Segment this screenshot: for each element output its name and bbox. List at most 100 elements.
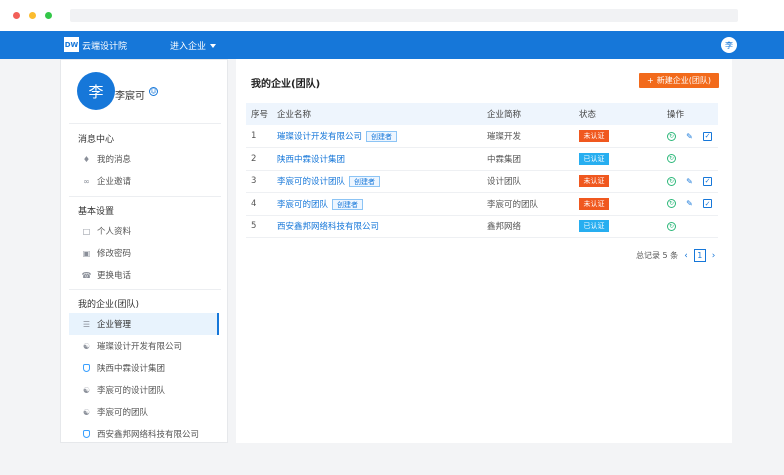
ops-cell: ↻ ✎ ✓ [662, 193, 718, 216]
status-cell: 未认证 [574, 125, 662, 148]
sidebar-item-label: 李宸可的团队 [97, 408, 149, 418]
prev-page-icon[interactable]: ‹ [684, 251, 688, 261]
sidebar-item-label: 璀璨设计开发有限公司 [97, 342, 183, 352]
company-name-link[interactable]: 李宸可的设计团队 [277, 177, 345, 187]
sidebar-item-label: 更换电话 [97, 271, 132, 281]
col-ops: 操作 [667, 110, 685, 120]
status-badge: 已认证 [579, 220, 609, 233]
enter-company-label: 进入企业 [170, 42, 207, 52]
company-name-cell[interactable]: 璀璨设计开发有限公司 创建者 [272, 125, 482, 148]
sidebar-item-company-invites[interactable]: ∞ 企业邀请 [69, 170, 219, 192]
bell-icon: ♦ [82, 154, 91, 164]
sidebar-item-label: 西安鑫邦网络科技有限公司 [97, 430, 200, 440]
clock-icon[interactable]: ↻ [667, 154, 676, 164]
company-name-cell[interactable]: 西安鑫邦网络科技有限公司 [272, 215, 482, 238]
company-short: 鑫邦网络 [487, 222, 522, 233]
brand-name[interactable]: 云端设计院 [82, 39, 127, 52]
address-bar[interactable] [70, 9, 738, 22]
divider [69, 123, 221, 124]
clock-icon[interactable]: ↻ [667, 131, 676, 141]
sidebar-item-label: 企业邀请 [97, 177, 132, 187]
user-name: 李宸可 [115, 91, 145, 102]
sidebar-item-company-4[interactable]: ☯ 李宸可的团队 [69, 401, 219, 423]
maximize-window-dot[interactable] [45, 12, 52, 19]
sidebar-item-change-phone[interactable]: ☎ 更换电话 [69, 264, 219, 286]
clock-icon[interactable]: ↻ [667, 199, 676, 209]
section-basic-settings: 基本设置 [78, 207, 115, 217]
plus-icon: + [647, 76, 654, 85]
phone-icon: ☎ [81, 270, 92, 280]
row-no: 3 [251, 176, 257, 187]
creator-tag: 创建者 [349, 176, 381, 188]
clock-icon[interactable]: ↻ [667, 221, 676, 231]
sidebar: 李 李宸可 ☺ 消息中心 ♦ 我的消息 ∞ 企业邀请 基本设置 □ 个人资料 ▣… [60, 59, 228, 443]
user-avatar[interactable]: 李 [77, 72, 115, 110]
sidebar-item-label: 李宸可的设计团队 [97, 386, 166, 396]
edit-icon[interactable]: ✎ [685, 132, 694, 141]
company-short: 李宸可的团队 [487, 199, 539, 210]
sidebar-item-label: 陕西中霖设计集团 [97, 364, 166, 374]
chevron-down-icon [210, 43, 217, 48]
enter-company-dropdown[interactable]: 进入企业 [170, 39, 217, 52]
sidebar-item-company-1[interactable]: ☯ 璀璨设计开发有限公司 [69, 335, 219, 357]
status-badge: 未认证 [579, 197, 609, 210]
people-icon: ☯ [82, 341, 91, 351]
next-page-icon[interactable]: › [712, 251, 716, 261]
logo[interactable]: DW [64, 37, 79, 52]
company-short: 中霖集团 [487, 154, 522, 165]
new-company-button[interactable]: + 新建企业(团队) [639, 73, 719, 88]
col-name: 企业名称 [277, 110, 312, 120]
company-name-cell[interactable]: 李宸可的设计团队 创建者 [272, 170, 482, 193]
sidebar-item-label: 企业管理 [97, 320, 132, 330]
check-icon[interactable]: ✓ [703, 176, 712, 186]
minimize-window-dot[interactable] [29, 12, 36, 19]
row-actions: ↻ [667, 154, 718, 164]
check-icon[interactable]: ✓ [703, 199, 712, 209]
sidebar-item-my-messages[interactable]: ♦ 我的消息 [69, 148, 219, 170]
company-name-link[interactable]: 李宸可的团队 [277, 200, 328, 210]
row-no: 2 [251, 153, 257, 164]
divider [69, 289, 221, 290]
row-no: 1 [251, 131, 257, 141]
check-icon[interactable]: ✓ [703, 131, 712, 141]
row-actions: ↻ ✎ ✓ [667, 176, 718, 186]
section-my-company: 我的企业(团队) [78, 300, 140, 310]
row-actions: ↻ ✎ ✓ [667, 131, 718, 141]
status-badge: 已认证 [579, 152, 609, 165]
sidebar-item-company-5[interactable]: 西安鑫邦网络科技有限公司 [69, 423, 219, 445]
sidebar-item-company-management[interactable]: ☰ 企业管理 [69, 313, 219, 335]
company-name-cell[interactable]: 李宸可的团队 创建者 [272, 193, 482, 216]
list-icon: ☰ [82, 319, 91, 329]
company-name-cell[interactable]: 陕西中霖设计集团 [272, 148, 482, 171]
table-row: 5 西安鑫邦网络科技有限公司 鑫邦网络 已认证 ↻ [246, 215, 718, 238]
company-name-link[interactable]: 陕西中霖设计集团 [277, 155, 345, 165]
table-row: 3 李宸可的设计团队 创建者 设计团队 未认证 ↻ ✎ ✓ [246, 170, 718, 193]
close-window-dot[interactable] [13, 12, 20, 19]
edit-icon[interactable]: ✎ [685, 177, 694, 186]
table-header: 序号 企业名称 企业简称 状态 操作 [246, 103, 718, 125]
company-name-link[interactable]: 璀璨设计开发有限公司 [277, 132, 362, 142]
edit-icon[interactable]: ✎ [685, 199, 694, 208]
sidebar-item-label: 我的消息 [97, 155, 132, 165]
section-message-center: 消息中心 [78, 135, 115, 145]
status-cell: 已认证 [574, 148, 662, 171]
status-cell: 未认证 [574, 193, 662, 216]
sidebar-item-label: 修改密码 [97, 249, 132, 259]
status-badge: 未认证 [579, 175, 609, 188]
clock-icon[interactable]: ↻ [667, 176, 676, 186]
sidebar-item-change-password[interactable]: ▣ 修改密码 [69, 242, 219, 264]
sidebar-item-company-3[interactable]: ☯ 李宸可的设计团队 [69, 379, 219, 401]
people-icon: ☯ [82, 407, 91, 417]
col-status: 状态 [579, 110, 597, 120]
page-number[interactable]: 1 [693, 249, 706, 262]
row-no: 5 [251, 221, 257, 232]
status-cell: 未认证 [574, 170, 662, 193]
verified-user-icon: ☺ [149, 87, 158, 96]
sidebar-item-company-2[interactable]: 陕西中霖设计集团 [69, 357, 219, 379]
doc-icon: □ [82, 226, 91, 236]
sidebar-item-profile[interactable]: □ 个人资料 [69, 220, 219, 242]
nav-avatar[interactable]: 李 [721, 37, 737, 53]
link-icon: ∞ [83, 176, 90, 186]
company-name-link[interactable]: 西安鑫邦网络科技有限公司 [277, 222, 379, 232]
creator-tag: 创建者 [332, 198, 364, 210]
